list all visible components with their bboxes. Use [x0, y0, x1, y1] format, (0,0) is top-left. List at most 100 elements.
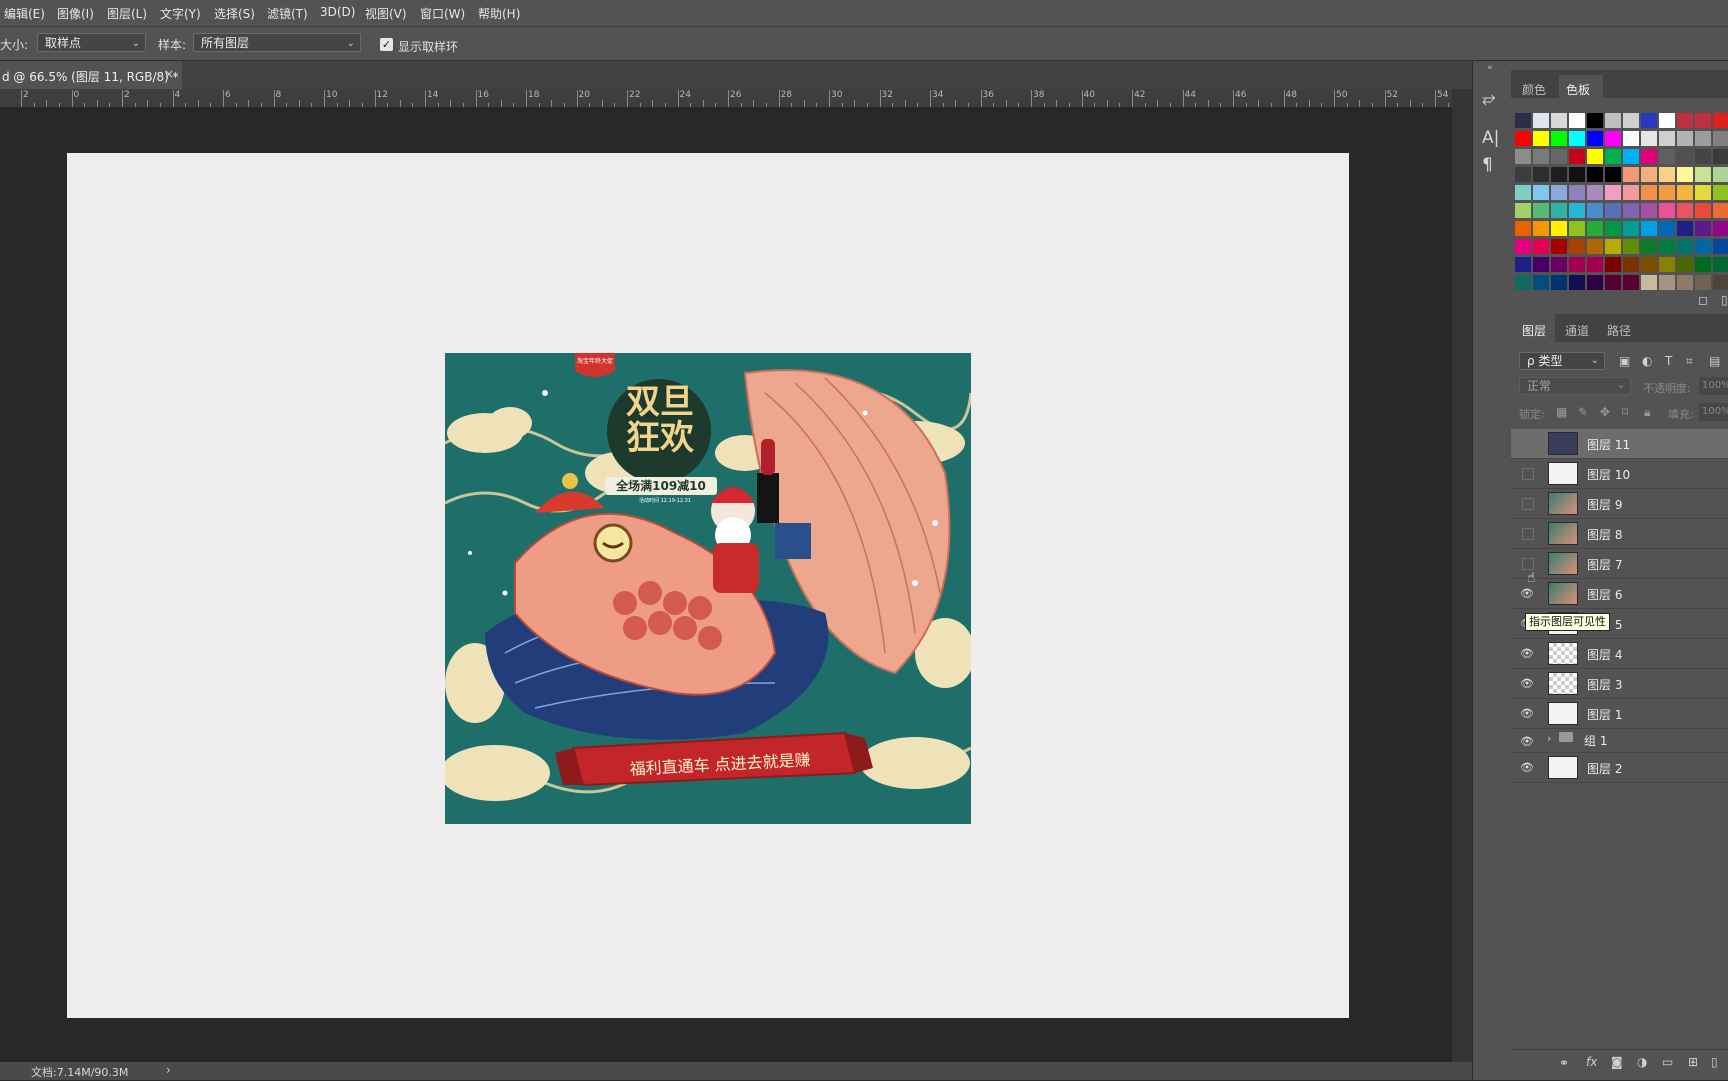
layer-row[interactable]: 👁︎ › 组 1: [1511, 727, 1728, 753]
color-swatch[interactable]: [1677, 257, 1693, 272]
color-swatch[interactable]: [1695, 203, 1711, 218]
color-swatch[interactable]: [1713, 167, 1728, 182]
color-swatch[interactable]: [1551, 113, 1567, 128]
color-swatch[interactable]: [1569, 149, 1585, 164]
color-swatch[interactable]: [1569, 167, 1585, 182]
menu-type[interactable]: 文字(Y): [160, 5, 201, 22]
color-swatch[interactable]: [1641, 203, 1657, 218]
color-swatch[interactable]: [1695, 167, 1711, 182]
color-swatch[interactable]: [1695, 275, 1711, 290]
color-swatch[interactable]: [1605, 275, 1621, 290]
color-swatch[interactable]: [1515, 221, 1531, 236]
lock-all-icon[interactable]: 🔒︎: [1644, 405, 1650, 420]
color-swatch[interactable]: [1623, 113, 1639, 128]
color-swatch[interactable]: [1641, 149, 1657, 164]
fx-icon[interactable]: fx: [1586, 1055, 1597, 1069]
color-swatch[interactable]: [1533, 275, 1549, 290]
color-swatch[interactable]: [1605, 257, 1621, 272]
color-swatch[interactable]: [1515, 257, 1531, 272]
menu-help[interactable]: 帮助(H): [478, 5, 520, 22]
color-swatch[interactable]: [1695, 239, 1711, 254]
status-menu-arrow-icon[interactable]: ›: [166, 1063, 171, 1077]
eye-icon[interactable]: 👁︎: [1520, 677, 1534, 690]
sample-size-select[interactable]: 取样点 ⌄: [37, 33, 146, 52]
layer-filter-select[interactable]: ρ 类型 ⌄: [1519, 352, 1605, 370]
filter-pixel-icon[interactable]: ▣: [1619, 354, 1630, 368]
color-swatch[interactable]: [1533, 131, 1549, 146]
tab-color[interactable]: 颜色: [1522, 81, 1546, 98]
color-swatch[interactable]: [1605, 167, 1621, 182]
menu-3d[interactable]: 3D(D): [320, 5, 355, 19]
color-swatch[interactable]: [1515, 203, 1531, 218]
menu-select[interactable]: 选择(S): [214, 5, 255, 22]
color-swatch[interactable]: [1677, 221, 1693, 236]
filter-adjustment-icon[interactable]: ◐: [1642, 354, 1652, 368]
color-swatch[interactable]: [1659, 131, 1675, 146]
color-swatch[interactable]: [1623, 167, 1639, 182]
visibility-toggle[interactable]: [1522, 498, 1534, 510]
close-icon[interactable]: ×: [164, 67, 174, 81]
color-swatch[interactable]: [1551, 149, 1567, 164]
color-swatch[interactable]: [1605, 131, 1621, 146]
color-swatch[interactable]: [1623, 185, 1639, 200]
color-swatch[interactable]: [1641, 257, 1657, 272]
trash-icon[interactable]: ▯: [1711, 1055, 1718, 1069]
color-swatch[interactable]: [1623, 149, 1639, 164]
layer-row[interactable]: 图层 7: [1511, 549, 1728, 579]
visibility-toggle[interactable]: [1522, 558, 1534, 570]
color-swatch[interactable]: [1713, 221, 1728, 236]
layer-row[interactable]: 👁︎ 图层 1: [1511, 699, 1728, 729]
color-swatch[interactable]: [1569, 257, 1585, 272]
character-icon[interactable]: A|: [1482, 128, 1499, 148]
show-sampling-ring-checkbox[interactable]: ✓: [380, 38, 393, 51]
color-swatch[interactable]: [1587, 257, 1603, 272]
color-swatch[interactable]: [1659, 149, 1675, 164]
color-swatch[interactable]: [1713, 149, 1728, 164]
tab-layers[interactable]: 图层: [1522, 322, 1546, 339]
color-swatch[interactable]: [1515, 149, 1531, 164]
mask-icon[interactable]: ◙: [1611, 1055, 1623, 1069]
color-swatch[interactable]: [1515, 185, 1531, 200]
color-swatch[interactable]: [1641, 221, 1657, 236]
color-swatch[interactable]: [1515, 239, 1531, 254]
color-swatch[interactable]: [1641, 113, 1657, 128]
eye-icon[interactable]: 👁︎: [1520, 735, 1534, 748]
color-swatch[interactable]: [1677, 131, 1693, 146]
color-swatch[interactable]: [1569, 113, 1585, 128]
menu-edit[interactable]: 编辑(E): [4, 5, 45, 22]
color-swatch[interactable]: [1605, 203, 1621, 218]
color-swatch[interactable]: [1659, 239, 1675, 254]
color-swatch[interactable]: [1659, 167, 1675, 182]
color-swatch[interactable]: [1713, 257, 1728, 272]
menu-window[interactable]: 窗口(W): [420, 5, 465, 22]
color-swatch[interactable]: [1551, 239, 1567, 254]
history-icon[interactable]: ⥂: [1482, 88, 1496, 108]
color-swatch[interactable]: [1659, 185, 1675, 200]
color-swatch[interactable]: [1587, 149, 1603, 164]
color-swatch[interactable]: [1605, 113, 1621, 128]
color-swatch[interactable]: [1533, 221, 1549, 236]
color-swatch[interactable]: [1659, 275, 1675, 290]
color-swatch[interactable]: [1677, 203, 1693, 218]
menu-image[interactable]: 图像(I): [57, 5, 94, 22]
vertical-scrollbar[interactable]: [1452, 89, 1472, 1062]
color-swatch[interactable]: [1677, 167, 1693, 182]
layer-row[interactable]: 图层 8: [1511, 519, 1728, 549]
filter-shape-icon[interactable]: ⌗: [1686, 354, 1693, 369]
color-swatch[interactable]: [1677, 113, 1693, 128]
color-swatch[interactable]: [1515, 131, 1531, 146]
color-swatch[interactable]: [1569, 275, 1585, 290]
color-swatch[interactable]: [1605, 149, 1621, 164]
color-swatch[interactable]: [1695, 257, 1711, 272]
color-swatch[interactable]: [1533, 257, 1549, 272]
folder-icon[interactable]: ▭: [1662, 1055, 1673, 1069]
color-swatch[interactable]: [1713, 239, 1728, 254]
trash-icon[interactable]: ▯: [1721, 293, 1728, 307]
color-swatch[interactable]: [1713, 185, 1728, 200]
chevron-right-icon[interactable]: ›: [1547, 732, 1551, 745]
color-swatch[interactable]: [1641, 185, 1657, 200]
tab-paths[interactable]: 路径: [1607, 322, 1631, 339]
color-swatch[interactable]: [1713, 275, 1728, 290]
color-swatch[interactable]: [1551, 257, 1567, 272]
menu-view[interactable]: 视图(V): [365, 5, 407, 22]
